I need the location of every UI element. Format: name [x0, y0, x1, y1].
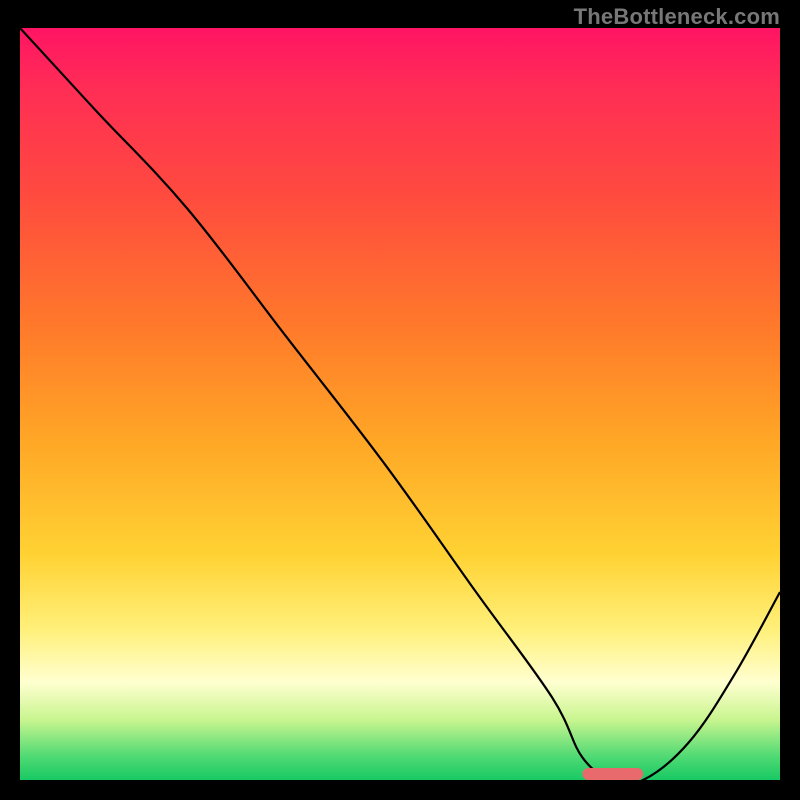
- watermark-text: TheBottleneck.com: [574, 4, 780, 30]
- bottleneck-curve: [20, 28, 780, 780]
- plot-area: [20, 28, 780, 780]
- optimum-marker: [582, 768, 643, 780]
- chart-frame: TheBottleneck.com: [0, 0, 800, 800]
- curve-overlay: [20, 28, 780, 780]
